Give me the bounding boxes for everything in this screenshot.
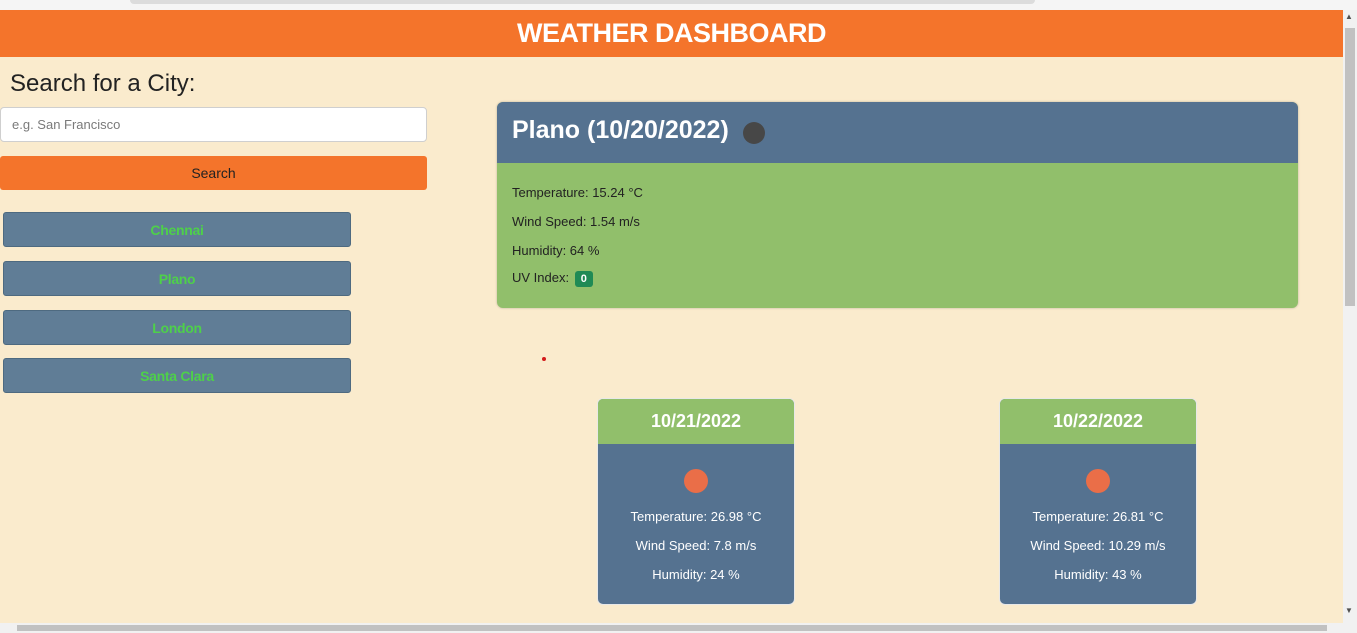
history-city-button[interactable]: Santa Clara	[3, 358, 351, 393]
city-search-input[interactable]	[0, 107, 427, 142]
horizontal-scrollbar[interactable]	[0, 623, 1357, 633]
sun-icon	[684, 469, 708, 493]
page-title: WEATHER DASHBOARD	[517, 18, 827, 48]
forecast-humidity: Humidity: 43 %	[1054, 567, 1142, 582]
current-uv-index: UV Index: 0	[512, 270, 593, 287]
forecast-card: 10/22/2022 Temperature: 26.81 °C Wind Sp…	[999, 398, 1197, 605]
search-heading: Search for a City:	[10, 70, 196, 97]
sun-icon	[1086, 469, 1110, 493]
stray-dot	[542, 357, 546, 361]
current-city-date: Plano (10/20/2022)	[512, 116, 729, 144]
forecast-wind-speed: Wind Speed: 10.29 m/s	[1030, 538, 1166, 553]
current-weather-body: Temperature: 15.24 °C Wind Speed: 1.54 m…	[497, 163, 1298, 308]
vertical-scroll-thumb[interactable]	[1345, 28, 1355, 306]
page-header: WEATHER DASHBOARD	[0, 10, 1343, 57]
browser-top-bar	[0, 0, 1357, 10]
history-city-button[interactable]: Plano	[3, 261, 351, 296]
scroll-down-icon[interactable]: ▼	[1345, 606, 1353, 615]
current-humidity: Humidity: 64 %	[512, 243, 600, 258]
history-city-button[interactable]: Chennai	[3, 212, 351, 247]
search-button[interactable]: Search	[0, 156, 427, 190]
forecast-date: 10/22/2022	[1000, 399, 1196, 444]
weather-condition-icon	[743, 122, 765, 144]
browser-address-edge	[130, 0, 1035, 4]
current-weather-header: Plano (10/20/2022)	[497, 102, 1298, 163]
forecast-temperature: Temperature: 26.81 °C	[1032, 509, 1164, 524]
forecast-date: 10/21/2022	[598, 399, 794, 444]
uv-label: UV Index:	[512, 270, 570, 285]
current-wind-speed: Wind Speed: 1.54 m/s	[512, 214, 640, 229]
vertical-scrollbar[interactable]: ▲ ▼	[1343, 10, 1357, 623]
forecast-card: 10/21/2022 Temperature: 26.98 °C Wind Sp…	[597, 398, 795, 605]
current-weather-card: Plano (10/20/2022) Temperature: 15.24 °C…	[497, 102, 1298, 308]
current-temperature: Temperature: 15.24 °C	[512, 185, 643, 200]
scroll-up-icon[interactable]: ▲	[1345, 12, 1353, 21]
horizontal-scroll-thumb[interactable]	[17, 625, 1327, 631]
forecast-humidity: Humidity: 24 %	[652, 567, 740, 582]
forecast-wind-speed: Wind Speed: 7.8 m/s	[635, 538, 757, 553]
uv-badge: 0	[574, 271, 593, 287]
history-city-button[interactable]: London	[3, 310, 351, 345]
forecast-temperature: Temperature: 26.98 °C	[630, 509, 762, 524]
